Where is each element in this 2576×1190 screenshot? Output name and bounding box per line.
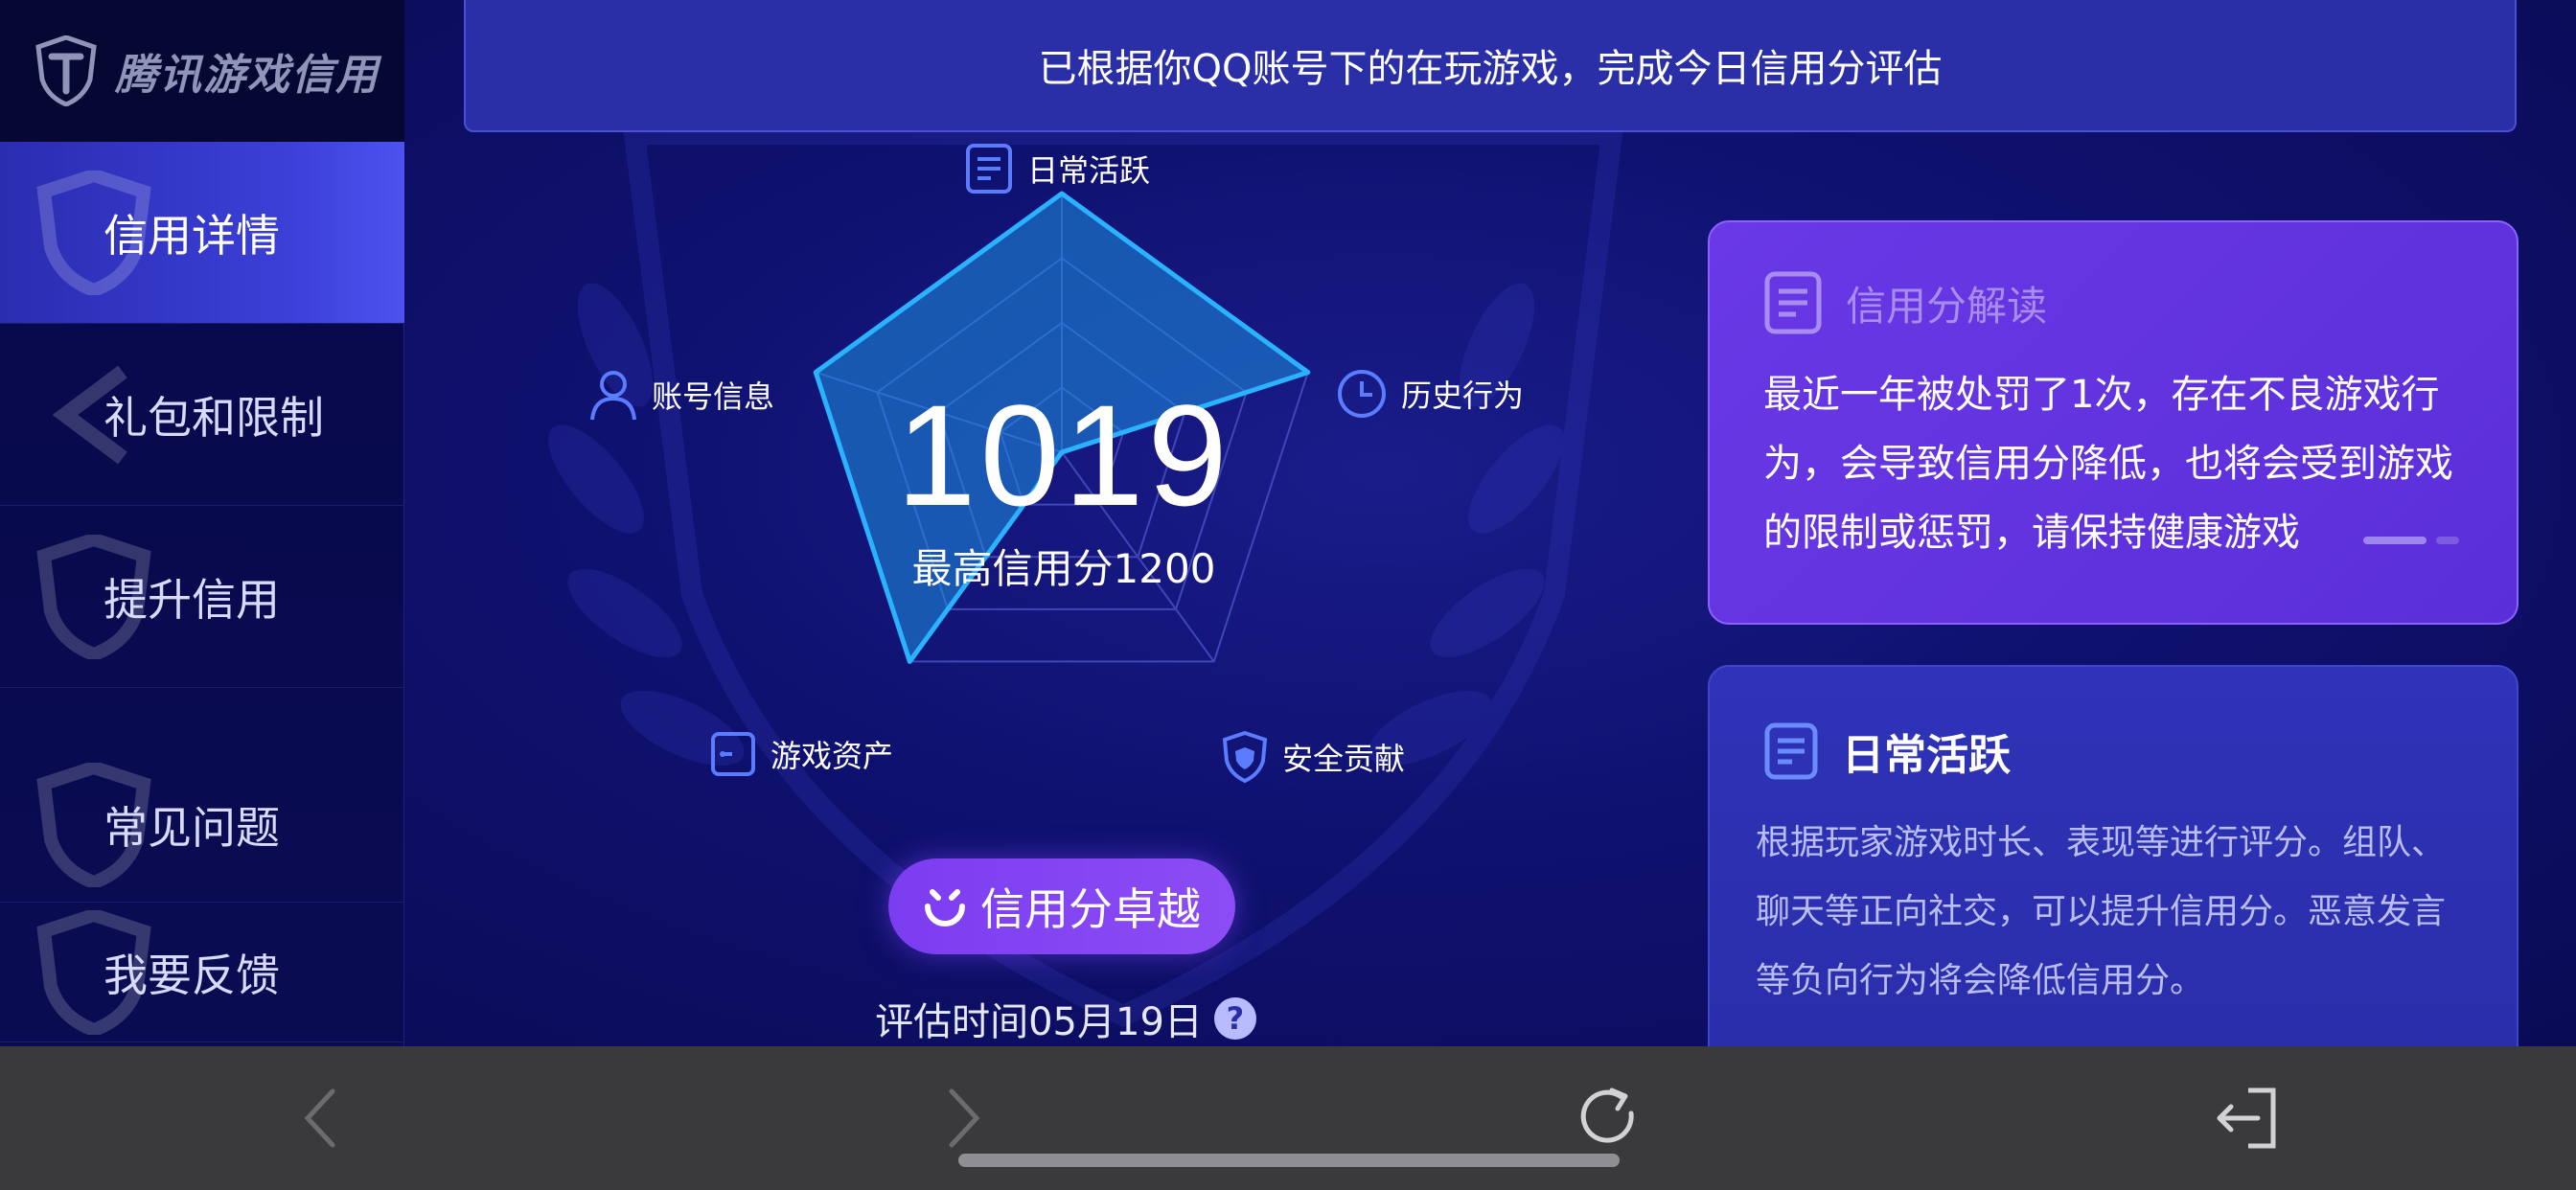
radar-label-text: 日常活跃 <box>1027 152 1151 189</box>
carousel-indicator <box>2363 537 2459 544</box>
credit-rating-button[interactable]: 信用分卓越 <box>888 858 1235 954</box>
rating-label: 信用分卓越 <box>980 883 1201 935</box>
card-title: 信用分解读 <box>1846 282 2048 330</box>
shield-logo-icon <box>34 35 98 106</box>
sidebar-item-label: 我要反馈 <box>104 949 280 1001</box>
app-logo: 腾讯游戏信用 <box>0 0 404 142</box>
radar-label-history[interactable]: 历史行为 <box>1336 368 1524 420</box>
radar-label-assets[interactable]: 游戏资产 <box>709 730 893 778</box>
card-title: 日常活跃 <box>1842 731 2011 780</box>
forward-button[interactable] <box>920 1075 1006 1161</box>
sidebar-item-label: 信用详情 <box>104 209 280 262</box>
sidebar-item-label: 礼包和限制 <box>104 391 324 444</box>
credit-interpretation-card: 信用分解读 最近一年被处罚了1次，存在不良游戏行为，会导致信用分降低，也将会受到… <box>1708 220 2518 625</box>
document-icon <box>1764 271 1822 334</box>
daily-active-card: 日常活跃 根据玩家游戏时长、表现等进行评分。组队、聊天等正向社交，可以提升信用分… <box>1708 665 2518 1046</box>
sidebar-item-credit-detail[interactable]: 信用详情 <box>0 142 404 324</box>
exit-button[interactable] <box>2204 1075 2290 1161</box>
help-icon[interactable]: ? <box>1213 997 1256 1040</box>
sidebar-item-label: 提升信用 <box>104 573 280 626</box>
radar-label-text: 游戏资产 <box>770 738 894 774</box>
main-panel: 已根据你QQ账号下的在玩游戏，完成今日信用分评估 日常活跃 历史行为 安全贡献 <box>404 0 2576 1046</box>
back-button[interactable] <box>278 1075 364 1161</box>
document-icon <box>1764 722 1818 780</box>
wallet-icon <box>711 732 755 776</box>
credit-score: 1019 <box>896 375 1231 536</box>
chevron-right-icon <box>949 1088 980 1148</box>
sidebar-item-improve-credit[interactable]: 提升信用 <box>0 506 404 688</box>
exit-icon <box>2217 1087 2276 1149</box>
radar-label-text: 历史行为 <box>1401 378 1525 414</box>
reload-button[interactable] <box>1566 1075 1652 1161</box>
reload-icon <box>1580 1087 1634 1143</box>
sidebar: 腾讯游戏信用 信用详情 礼包和限制 提升信用 常见问题 我要反馈 <box>0 0 404 1046</box>
app-title: 腾讯游戏信用 <box>115 51 380 100</box>
card-body: 根据玩家游戏时长、表现等进行评分。组队、聊天等正向社交，可以提升信用分。恶意发言… <box>1756 823 2447 1000</box>
sidebar-item-gifts-limits[interactable]: 礼包和限制 <box>0 324 404 506</box>
shield-icon <box>1222 730 1268 784</box>
radar-label-text: 账号信息 <box>652 378 775 415</box>
sidebar-item-feedback[interactable]: 我要反馈 <box>0 903 404 1042</box>
evaluation-time-text: 评估时间05月19日 <box>875 1000 1203 1044</box>
home-indicator[interactable] <box>958 1154 1620 1167</box>
chevron-left-icon <box>304 1088 335 1148</box>
max-credit-score: 最高信用分1200 <box>911 545 1216 592</box>
radar-label-daily-active[interactable]: 日常活跃 <box>964 142 1150 195</box>
card-body: 最近一年被处罚了1次，存在不良游戏行为，会导致信用分降低，也将会受到游戏的限制或… <box>1763 373 2453 555</box>
evaluation-time: 评估时间05月19日 ? <box>864 991 1267 1046</box>
user-icon <box>590 371 636 421</box>
sidebar-item-label: 常见问题 <box>104 801 280 854</box>
sidebar-item-faq[interactable]: 常见问题 <box>0 747 404 903</box>
radar-label-text: 安全贡献 <box>1282 741 1406 777</box>
clock-icon <box>1338 370 1386 418</box>
radar-label-security[interactable]: 安全贡献 <box>1221 730 1405 784</box>
document-icon <box>966 144 1012 194</box>
browser-toolbar <box>0 1046 2576 1190</box>
radar-label-account[interactable]: 账号信息 <box>588 368 774 422</box>
smile-icon <box>925 889 965 927</box>
